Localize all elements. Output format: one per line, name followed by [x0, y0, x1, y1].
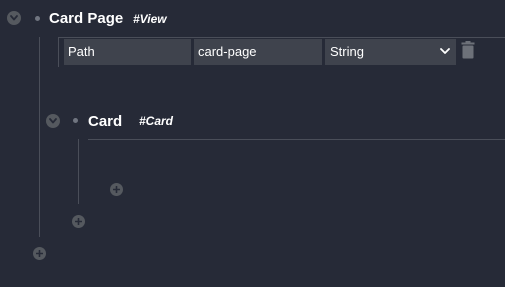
card-header-divider [88, 139, 505, 140]
view-node-dot [35, 16, 40, 21]
card-tag: #Card [139, 114, 174, 128]
view-collapse-button[interactable] [7, 11, 21, 25]
param-value-field[interactable]: card-page [194, 39, 322, 65]
card-node-dot [73, 118, 78, 123]
view-tree-line [39, 37, 40, 237]
param-row-guide [58, 37, 59, 67]
view-title: Card Page [49, 10, 124, 27]
param-key-field[interactable]: Path [64, 39, 191, 65]
card-title: Card [88, 113, 123, 130]
plus-icon [36, 250, 43, 257]
delete-param-button[interactable] [461, 41, 475, 59]
plus-icon [113, 186, 120, 193]
view-header-divider [58, 37, 505, 38]
plus-icon [75, 218, 82, 225]
root-add-button[interactable] [33, 247, 46, 260]
card-add-child-button[interactable] [110, 183, 123, 196]
chevron-down-icon [440, 48, 450, 54]
card-collapse-button[interactable] [46, 114, 60, 128]
view-add-child-button[interactable] [72, 215, 85, 228]
view-tag: #View [133, 12, 167, 26]
card-tree-line [78, 139, 79, 204]
chevron-down-icon [10, 15, 18, 21]
param-type-value: String [330, 44, 364, 59]
param-type-select[interactable]: String [325, 39, 456, 65]
chevron-down-icon [49, 118, 57, 124]
